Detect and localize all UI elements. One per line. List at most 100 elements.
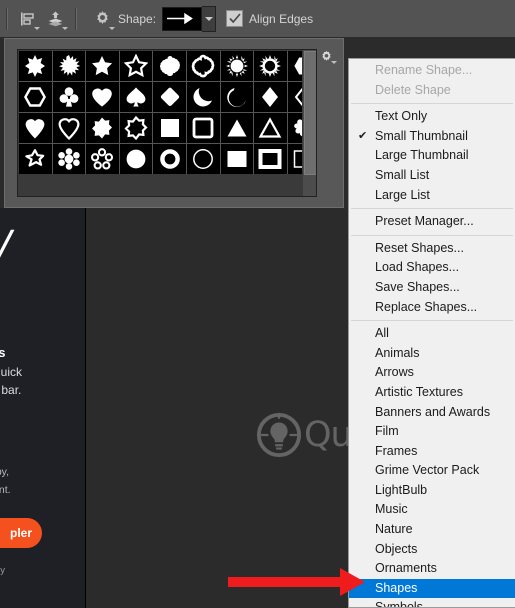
menu-separator: [351, 234, 513, 236]
chevron-down-icon: [109, 26, 115, 30]
menu-item-text-only[interactable]: Text Only: [349, 107, 515, 127]
background-panel-divider: [85, 208, 86, 608]
shape-cell[interactable]: [153, 113, 186, 143]
chevron-down-icon: [204, 16, 213, 21]
shape-cell[interactable]: [119, 144, 153, 174]
background-web-panel: / ots h quick enu bar. opy, count. pler …: [0, 208, 86, 608]
toolbar-separator: [75, 7, 76, 30]
menu-item-shapes[interactable]: Shapes: [349, 578, 515, 599]
menu-item-music[interactable]: Music: [349, 500, 515, 520]
shape-cell[interactable]: [220, 144, 254, 174]
shape-cell[interactable]: [220, 113, 254, 143]
shape-cell[interactable]: [19, 51, 52, 81]
menu-item-preset-manager[interactable]: Preset Manager...: [349, 212, 515, 232]
red-pointer-arrow: [228, 568, 365, 596]
shape-cell[interactable]: [86, 82, 119, 112]
menu-item-large-list[interactable]: Large List: [349, 186, 515, 206]
background-text-line-1: h quick: [0, 365, 23, 379]
chevron-down-icon: [62, 26, 68, 30]
menu-item-symbols[interactable]: Symbols: [349, 598, 515, 607]
background-heading: ots: [0, 345, 6, 360]
menu-separator: [351, 320, 513, 322]
menu-item-delete-shape: Delete Shape: [375, 82, 451, 97]
shape-picker-dropdown[interactable]: [202, 5, 217, 32]
shape-picker-list-area[interactable]: [17, 49, 317, 197]
shape-cell[interactable]: [119, 113, 153, 143]
shape-label: Shape:: [118, 11, 157, 26]
menu-item-arrows[interactable]: Arrows: [349, 363, 515, 383]
shape-cell[interactable]: [19, 82, 52, 112]
chevron-down-icon: [331, 61, 337, 64]
checkmark-icon: ✔: [358, 129, 368, 142]
menu-item-ornaments[interactable]: Ornaments: [349, 559, 515, 579]
toolbar-separator: [6, 7, 7, 30]
menu-item-nature[interactable]: Nature: [349, 520, 515, 540]
shape-cell[interactable]: [220, 82, 254, 112]
shape-cell[interactable]: [52, 82, 86, 112]
scrollbar-thumb[interactable]: [304, 51, 316, 175]
menu-item-small-thumbnail[interactable]: ✔ Small Thumbnail: [349, 127, 515, 147]
shape-cell[interactable]: [52, 51, 86, 81]
shape-cell[interactable]: [254, 144, 287, 174]
shape-cell[interactable]: [254, 51, 287, 81]
shape-picker-context-menu[interactable]: Rename Shape... Delete Shape Text Only ✔ Sma…: [348, 58, 515, 608]
menu-item-objects[interactable]: Objects: [349, 540, 515, 560]
menu-item-grime-vector-pack[interactable]: Grime Vector Pack: [349, 461, 515, 481]
shape-cell[interactable]: [153, 82, 186, 112]
background-logo-mark: /: [0, 222, 10, 274]
menu-item-rename-shape: Rename Shape...: [375, 63, 473, 77]
align-edges-checkbox[interactable]: [226, 10, 244, 27]
photoshop-options-bar: Shape: Align Edges: [0, 0, 515, 38]
menu-item-reset-shapes[interactable]: Reset Shapes...: [349, 239, 515, 259]
shape-cell[interactable]: [86, 144, 119, 174]
menu-item-lightbulb[interactable]: LightBulb: [349, 481, 515, 501]
menu-item-large-thumbnail[interactable]: Large Thumbnail: [349, 146, 515, 166]
menu-item-frames[interactable]: Frames: [349, 442, 515, 462]
menu-item-film[interactable]: Film: [349, 422, 515, 442]
menu-item-animals[interactable]: Animals: [349, 344, 515, 364]
shape-cell[interactable]: [86, 113, 119, 143]
background-text-line-2: enu bar.: [0, 383, 22, 397]
shape-cell[interactable]: [254, 113, 287, 143]
shape-cell[interactable]: [153, 144, 186, 174]
background-fineprint-line-1: opy,: [0, 466, 10, 478]
shape-cell[interactable]: [19, 113, 52, 143]
path-alignment-icon[interactable]: [13, 6, 41, 32]
shape-picker-scrollbar[interactable]: [302, 50, 316, 196]
shape-cell[interactable]: [186, 51, 220, 81]
picker-settings-gear-icon[interactable]: [316, 47, 337, 65]
shape-cell[interactable]: [52, 144, 86, 174]
checkmark-icon: [228, 13, 241, 24]
arrow-shape-preview[interactable]: [162, 6, 203, 31]
shape-cell[interactable]: [119, 82, 153, 112]
background-cta-button[interactable]: pler: [0, 518, 42, 548]
shape-cell[interactable]: [153, 51, 186, 81]
shape-cell[interactable]: [19, 144, 52, 174]
background-policy-link[interactable]: olicy: [0, 565, 5, 576]
menu-item-replace-shapes[interactable]: Replace Shapes...: [349, 298, 515, 318]
shape-cell[interactable]: [52, 113, 86, 143]
menu-item-all[interactable]: All: [349, 324, 515, 344]
shape-cell[interactable]: [220, 51, 254, 81]
chevron-down-icon: [34, 26, 40, 30]
custom-shape-picker-panel[interactable]: [4, 38, 344, 208]
shape-cell[interactable]: [86, 51, 119, 81]
shape-cell[interactable]: [119, 51, 153, 81]
menu-separator: [351, 103, 513, 105]
menu-item-save-shapes[interactable]: Save Shapes...: [349, 278, 515, 298]
align-edges-label: Align Edges: [249, 11, 314, 26]
shape-cell[interactable]: [186, 82, 220, 112]
menu-separator: [351, 208, 513, 210]
path-options-gear-icon[interactable]: [88, 6, 116, 32]
shape-cell[interactable]: [186, 113, 220, 143]
menu-item-small-list[interactable]: Small List: [349, 166, 515, 186]
menu-item-artistic-textures[interactable]: Artistic Textures: [349, 383, 515, 403]
align-edges-row[interactable]: Align Edges: [226, 10, 319, 27]
background-fineprint-line-2: count.: [0, 484, 11, 496]
menu-item-banners-and-awards[interactable]: Banners and Awards: [349, 403, 515, 423]
shape-cell[interactable]: [186, 144, 220, 174]
shape-cell[interactable]: [254, 82, 287, 112]
menu-item-load-shapes[interactable]: Load Shapes...: [349, 258, 515, 278]
path-arrangement-icon[interactable]: [41, 6, 69, 32]
shape-grid[interactable]: [19, 51, 316, 174]
